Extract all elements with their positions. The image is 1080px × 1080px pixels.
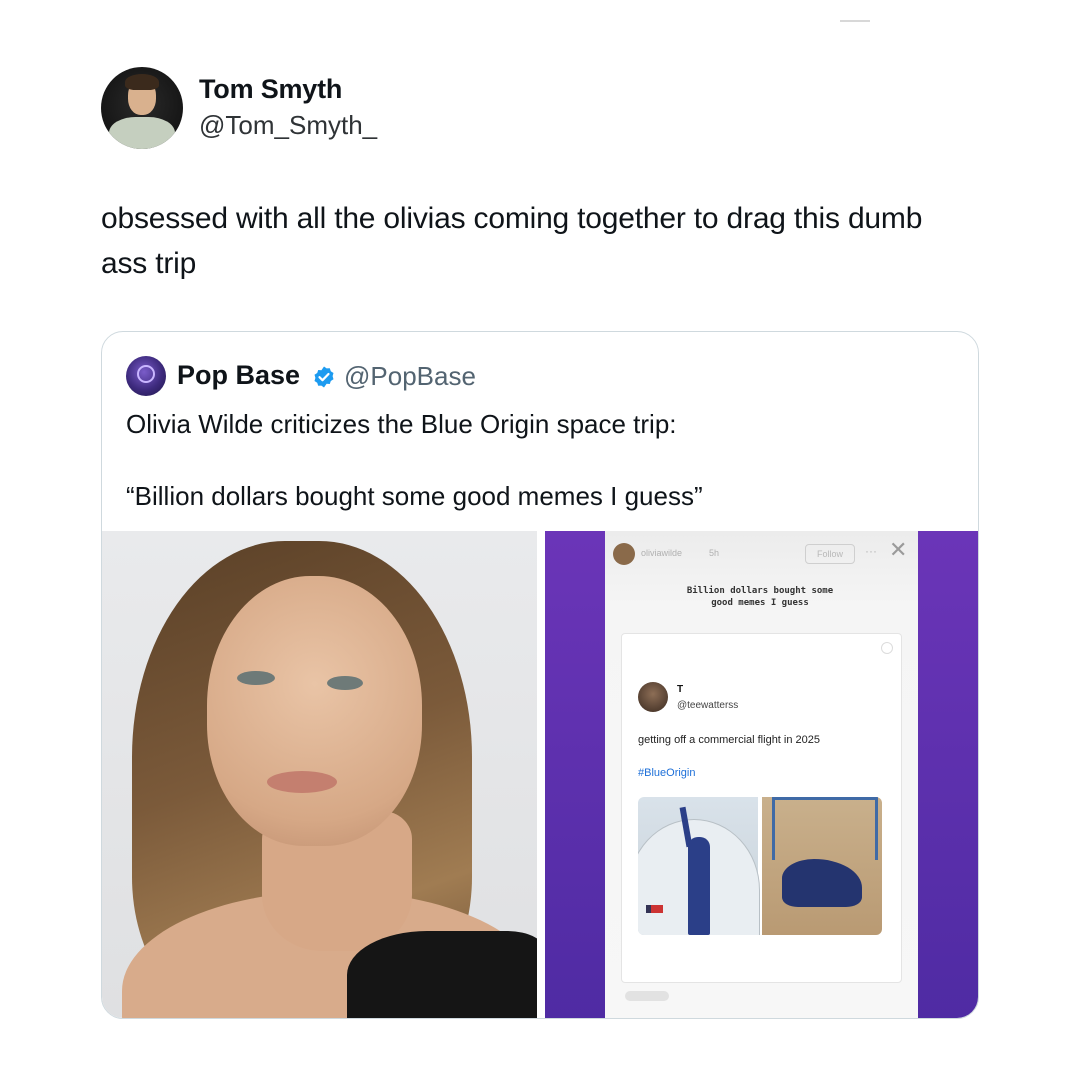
embedded-tweet-hashtag: #BlueOrigin (638, 767, 696, 779)
avatar-hair (125, 74, 159, 90)
capsule-photo (638, 797, 760, 935)
tweet-text: obsessed with all the olivias coming tog… (101, 202, 923, 280)
popbase-logo-icon (137, 365, 155, 383)
kneeling-figure (782, 859, 862, 907)
author-avatar[interactable] (101, 67, 183, 149)
verified-badge-icon (314, 366, 334, 388)
story-footer-bar (625, 991, 669, 1001)
media-photo-story-screenshot[interactable]: oliviawilde 5h Follow ··· ✕ Billion doll… (545, 531, 978, 1018)
story-username: oliviawilde (641, 548, 683, 558)
instagram-story: oliviawilde 5h Follow ··· ✕ Billion doll… (605, 531, 918, 1018)
embedded-tweet-handle: @teewatterss (677, 700, 739, 711)
quoted-author-name[interactable]: Pop Base (177, 360, 300, 391)
astronaut-figure (688, 837, 710, 935)
embedded-tweet-avatar (638, 682, 668, 712)
story-caption: Billion dollars bought some good memes I… (686, 586, 834, 608)
kneeling-photo (762, 797, 882, 935)
author-name[interactable]: Tom Smyth (199, 74, 342, 105)
embedded-tweet-media (638, 797, 882, 935)
embedded-tweet: T @teewatterss getting off a commercial … (621, 633, 902, 983)
quoted-author-avatar[interactable] (126, 356, 166, 396)
media-photo-portrait[interactable] (102, 531, 537, 1018)
launch-tower-shape (772, 797, 878, 860)
story-follow-button: Follow (805, 544, 855, 564)
search-icon (881, 642, 893, 654)
embedded-tweet-text: getting off a commercial flight in 2025 (638, 734, 821, 746)
photo-eye-left (237, 671, 275, 685)
story-avatar (613, 543, 635, 565)
photo-lips (267, 771, 337, 793)
photo-face (207, 576, 422, 846)
avatar-shirt (109, 117, 175, 149)
quoted-tweet-text: Olivia Wilde criticizes the Blue Origin … (126, 409, 703, 511)
story-time: 5h (709, 548, 720, 558)
photo-eye-right (327, 676, 363, 690)
top-edge-mark (840, 20, 870, 22)
quoted-author-handle[interactable]: @PopBase (344, 361, 476, 392)
quoted-tweet-card[interactable]: Pop Base @PopBase Olivia Wilde criticize… (101, 331, 979, 1019)
author-handle[interactable]: @Tom_Smyth_ (199, 110, 377, 141)
more-icon: ··· (865, 544, 877, 558)
embedded-tweet-name: T (677, 684, 684, 695)
flag-icon (646, 905, 663, 913)
close-icon: ✕ (889, 537, 908, 562)
photo-black-top (347, 931, 537, 1018)
